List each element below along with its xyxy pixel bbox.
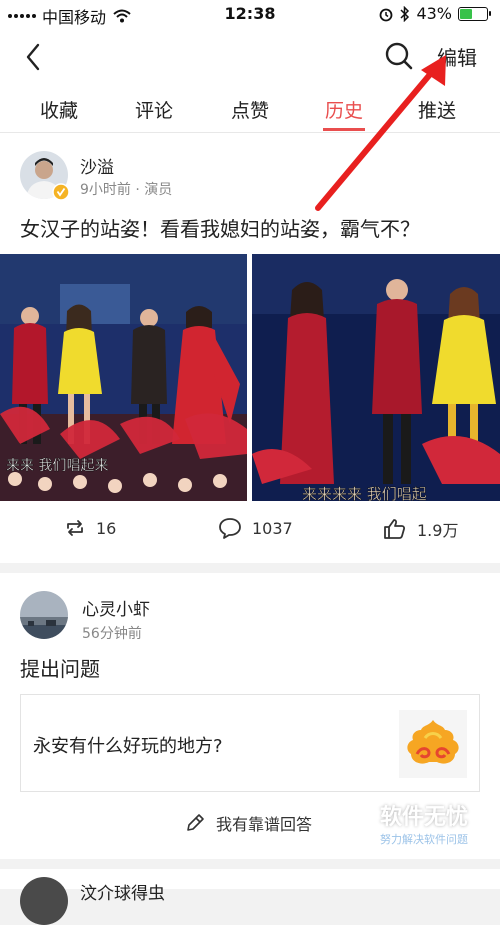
chevron-left-icon xyxy=(26,43,40,71)
image-caption: 来来来来 我们唱起 xyxy=(302,485,427,501)
watermark-title: 软件无忧 xyxy=(379,805,468,830)
post-type-label: 提出问题 xyxy=(20,657,100,681)
bluetooth-icon xyxy=(400,5,410,22)
question-title: 永安有什么好玩的地方? xyxy=(33,736,223,757)
battery-icon xyxy=(458,6,491,21)
status-right-group: 43% xyxy=(378,4,491,23)
comment-button[interactable]: 1037 xyxy=(218,517,293,539)
tab-bar: 收藏 评论 点赞 历史 推送 xyxy=(0,86,500,133)
pencil-icon xyxy=(187,814,204,831)
image-caption: 来来 我们唱起来 xyxy=(6,458,108,474)
status-bar: 中国移动 12:38 43% xyxy=(0,0,500,28)
author-name[interactable]: 沙溢 xyxy=(80,153,114,178)
alarm-icon xyxy=(380,8,393,21)
tab-push[interactable]: 推送 xyxy=(418,96,456,123)
avatar[interactable] xyxy=(20,877,68,925)
repost-button[interactable]: 16 xyxy=(64,517,116,539)
nav-bar: 编辑 xyxy=(0,28,500,86)
thumbs-up-icon xyxy=(384,519,406,539)
active-tab-indicator xyxy=(323,128,365,131)
author-name[interactable]: 心灵小虾 xyxy=(82,595,150,620)
back-button[interactable] xyxy=(20,40,50,74)
author-name[interactable]: 汶介球得虫 xyxy=(80,879,165,904)
tab-likes[interactable]: 点赞 xyxy=(231,96,269,123)
like-button[interactable]: 1.9万 xyxy=(383,517,458,541)
tab-favorites[interactable]: 收藏 xyxy=(40,96,78,123)
search-icon xyxy=(385,42,413,70)
feed-card: 心灵小虾 56分钟前 提出问题 永安有什么好玩的地方? 我有靠谱回答 软件无忧 … xyxy=(0,573,500,859)
post-image[interactable]: 来来 我们唱起来 xyxy=(0,254,247,501)
post-meta: 9小时前 · 演员 xyxy=(80,182,173,198)
verified-badge-icon xyxy=(52,183,70,201)
post-meta: 56分钟前 xyxy=(82,626,142,642)
post-text[interactable]: 女汉子的站姿！看看我媳妇的站姿，霸气不？ xyxy=(20,213,420,242)
post-image[interactable]: 来来来来 我们唱起 xyxy=(252,254,500,501)
edit-button[interactable]: 编辑 xyxy=(437,42,477,71)
comment-count: 1037 xyxy=(252,518,293,538)
repost-icon xyxy=(67,520,83,536)
answer-button[interactable]: 我有靠谱回答 xyxy=(184,811,312,835)
answer-label: 我有靠谱回答 xyxy=(216,815,313,834)
battery-fill xyxy=(460,8,473,19)
tab-comments[interactable]: 评论 xyxy=(135,96,173,123)
feed-card: 汶介球得虫 xyxy=(0,869,500,925)
feed-card: 沙溢 9小时前 · 演员 女汉子的站姿！看看我媳妇的站姿，霸气不？ 来来 我们唱… xyxy=(0,133,500,563)
question-thumbnail xyxy=(399,710,467,778)
tab-history[interactable]: 历史 xyxy=(325,96,363,123)
repost-count: 16 xyxy=(96,518,117,538)
comment-icon xyxy=(219,518,241,539)
question-card[interactable]: 永安有什么好玩的地方? xyxy=(20,694,480,792)
watermark: 软件无忧 努力解决软件问题 xyxy=(364,799,484,847)
search-button[interactable] xyxy=(383,40,415,72)
battery-percent: 43% xyxy=(416,4,452,23)
watermark-subtitle: 努力解决软件问题 xyxy=(380,833,468,846)
like-count: 1.9万 xyxy=(417,521,459,540)
avatar[interactable] xyxy=(20,591,68,639)
